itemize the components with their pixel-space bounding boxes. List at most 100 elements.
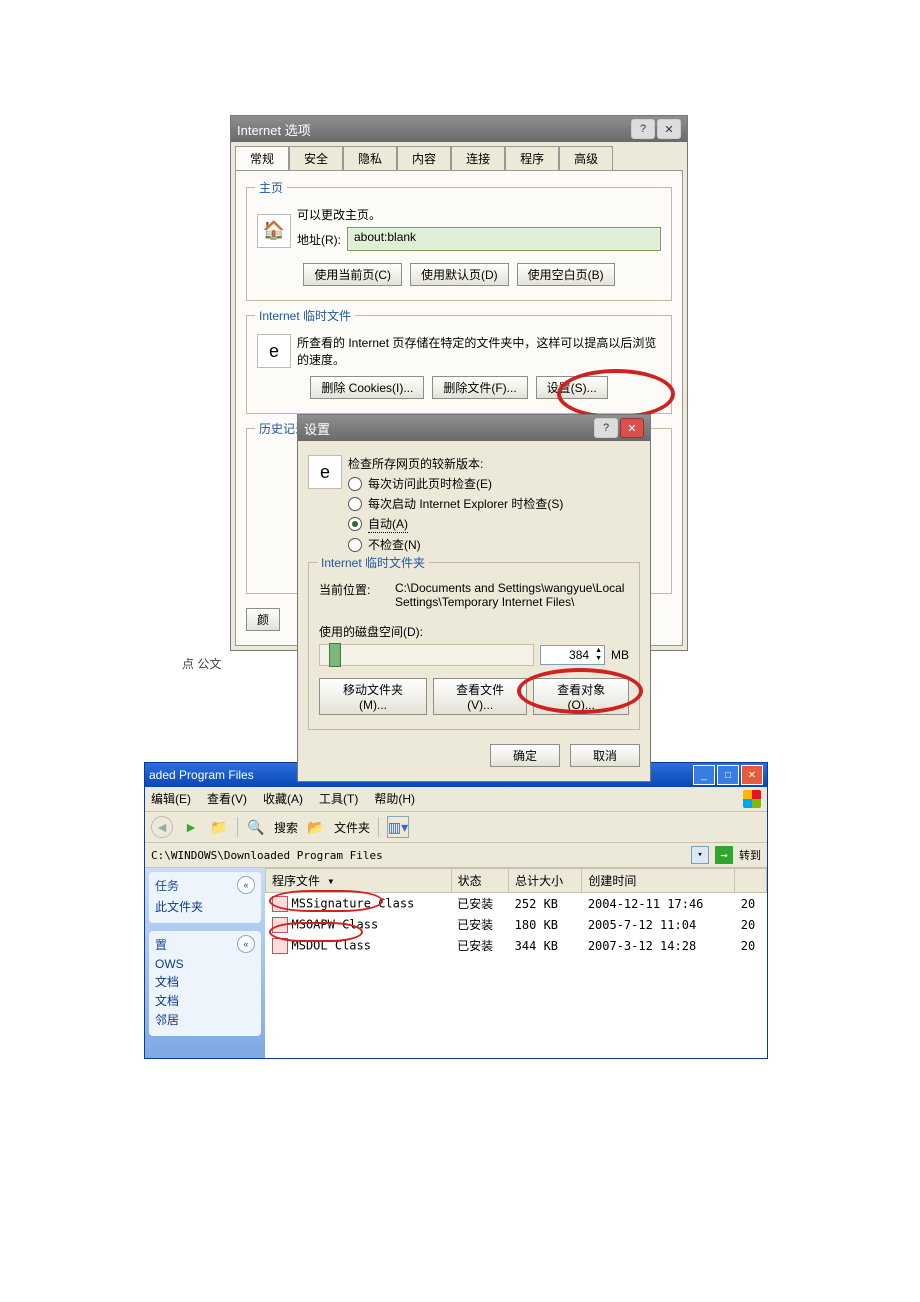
forward-button[interactable]: ► <box>181 817 201 837</box>
move-folder-button[interactable]: 移动文件夹(M)... <box>319 678 427 715</box>
menu-tools[interactable]: 工具(T) <box>319 790 358 808</box>
homepage-input[interactable]: about:blank <box>347 227 661 251</box>
use-blank-button[interactable]: 使用空白页(B) <box>517 263 615 286</box>
help-button[interactable]: ? <box>631 119 655 139</box>
disk-space-slider[interactable] <box>319 644 534 666</box>
disk-space-value[interactable] <box>541 646 593 664</box>
menu-edit[interactable]: 编辑(E) <box>151 790 191 808</box>
tab-connections[interactable]: 连接 <box>451 146 505 170</box>
maximize-button[interactable]: □ <box>717 765 739 785</box>
cancel-button[interactable]: 取消 <box>570 744 640 767</box>
search-label[interactable]: 搜索 <box>274 819 298 836</box>
col-name[interactable]: 程序文件 ▾ <box>266 869 452 893</box>
window-title: Internet 选项 <box>237 120 311 139</box>
temp-folder-group: Internet 临时文件夹 当前位置: C:\Documents and Se… <box>308 562 640 730</box>
radio-every-visit[interactable]: 每次访问此页时检查(E) <box>348 475 640 492</box>
view-objects-button[interactable]: 查看对象(O)... <box>533 678 629 715</box>
menu-view[interactable]: 查看(V) <box>207 790 247 808</box>
address-path[interactable]: C:\WINDOWS\Downloaded Program Files <box>151 849 685 862</box>
tab-content[interactable]: 内容 <box>397 146 451 170</box>
radio-never[interactable]: 不检查(N) <box>348 536 640 553</box>
close-button[interactable]: ✕ <box>657 119 681 139</box>
home-group: 主页 🏠 可以更改主页。 地址(R): about:blank 使用当前页(C)… <box>246 187 672 301</box>
windows-flag-icon <box>743 790 761 808</box>
temp-desc: 所查看的 Internet 页存储在特定的文件夹中，这样可以提高以后浏览的速度。 <box>297 334 661 368</box>
explorer-title: aded Program Files <box>149 768 254 782</box>
use-default-button[interactable]: 使用默认页(D) <box>410 263 509 286</box>
current-location-value: C:\Documents and Settings\wangyue\Local … <box>395 581 629 609</box>
temp-folder-legend: Internet 临时文件夹 <box>317 554 429 571</box>
minimize-button[interactable]: _ <box>693 765 715 785</box>
file-row[interactable]: MSDOL Class 已安装344 KB2007-3-12 14:2820 <box>266 935 767 956</box>
search-icon[interactable]: 🔍 <box>246 817 266 837</box>
radio-auto[interactable]: 自动(A) <box>348 515 640 533</box>
col-ctime[interactable]: 创建时间 <box>582 869 735 893</box>
radio-every-start[interactable]: 每次启动 Internet Explorer 时检查(S) <box>348 495 640 512</box>
sidebar-link-this-folder[interactable]: 此文件夹 <box>155 898 255 915</box>
home-legend: 主页 <box>255 179 287 196</box>
views-button[interactable]: ▥▾ <box>387 816 409 838</box>
disk-space-spinner[interactable]: ▲▼ <box>540 645 605 665</box>
columns-row: 程序文件 ▾ 状态 总计大小 创建时间 <box>266 869 767 893</box>
use-current-button[interactable]: 使用当前页(C) <box>303 263 402 286</box>
sidebar-link[interactable]: OWS <box>155 957 255 971</box>
address-bar: C:\WINDOWS\Downloaded Program Files ▾ → … <box>145 843 767 868</box>
folders-icon[interactable]: 📂 <box>306 817 326 837</box>
back-button[interactable]: ◄ <box>151 816 173 838</box>
settings-close-button[interactable]: ✕ <box>620 418 644 438</box>
settings-dialog: 设置 ? ✕ e 检查所存网页的较新版本: 每次访问此页时检查(E) 每次启动 … <box>297 414 651 782</box>
chevron-icon[interactable]: « <box>237 876 255 894</box>
menu-favorites[interactable]: 收藏(A) <box>263 790 303 808</box>
go-label: 转到 <box>739 847 761 863</box>
tab-general[interactable]: 常规 <box>235 146 289 170</box>
tab-security[interactable]: 安全 <box>289 146 343 170</box>
sidebar: 任务« 此文件夹 置« OWS 文档 文档 邻居 <box>145 868 265 1058</box>
view-files-button[interactable]: 查看文件(V)... <box>433 678 527 715</box>
temp-group: Internet 临时文件 e 所查看的 Internet 页存储在特定的文件夹… <box>246 315 672 414</box>
file-icon <box>272 938 288 954</box>
menu-help[interactable]: 帮助(H) <box>374 790 415 808</box>
disk-space-label: 使用的磁盘空间(D): <box>319 623 629 640</box>
col-size[interactable]: 总计大小 <box>509 869 582 893</box>
settings-help-button[interactable]: ? <box>594 418 618 438</box>
ok-button[interactable]: 确定 <box>490 744 560 767</box>
tab-privacy[interactable]: 隐私 <box>343 146 397 170</box>
current-location-label: 当前位置: <box>319 581 389 598</box>
home-desc: 可以更改主页。 <box>297 206 661 223</box>
internet-options-window: Internet 选项 ? ✕ 常规 安全 隐私 内容 连接 程序 高级 主页 … <box>230 115 688 651</box>
col-status[interactable]: 状态 <box>451 869 509 893</box>
up-button[interactable]: 📁 <box>209 817 229 837</box>
file-row[interactable]: MSOAPW Class 已安装180 KB2005-7-12 11:0420 <box>266 914 767 935</box>
tabs: 常规 安全 隐私 内容 连接 程序 高级 <box>231 142 687 170</box>
address-dropdown[interactable]: ▾ <box>691 846 709 864</box>
file-row[interactable]: MSSignature Class 已安装252 KB2004-12-11 17… <box>266 893 767 915</box>
delete-files-button[interactable]: 删除文件(F)... <box>432 376 527 399</box>
explorer-window: aded Program Files _ □ ✕ 编辑(E) 查看(V) 收藏(… <box>144 762 768 1059</box>
tab-advanced[interactable]: 高级 <box>559 146 613 170</box>
chevron-icon[interactable]: « <box>237 935 255 953</box>
go-button[interactable]: → <box>715 846 733 864</box>
titlebar: Internet 选项 ? ✕ <box>231 116 687 142</box>
delete-cookies-button[interactable]: 删除 Cookies(I)... <box>310 376 424 399</box>
sidebar-link[interactable]: 文档 <box>155 973 255 990</box>
ie-page-icon: e <box>308 455 342 489</box>
colors-button-partial[interactable]: 颜 <box>246 608 280 631</box>
check-versions-label: 检查所存网页的较新版本: <box>348 455 640 472</box>
toolbar: ◄ ► 📁 🔍 搜索 📂 文件夹 ▥▾ <box>145 812 767 843</box>
menubar: 编辑(E) 查看(V) 收藏(A) 工具(T) 帮助(H) <box>145 787 767 812</box>
sidebar-tasks: 任务« 此文件夹 <box>149 872 261 923</box>
settings-button[interactable]: 设置(S)... <box>536 376 608 399</box>
folders-label[interactable]: 文件夹 <box>334 819 370 836</box>
file-icon <box>272 896 288 912</box>
address-label: 地址(R): <box>297 231 341 248</box>
settings-title: 设置 <box>304 419 330 438</box>
sidebar-link[interactable]: 文档 <box>155 992 255 1009</box>
settings-titlebar: 设置 ? ✕ <box>298 415 650 441</box>
temp-legend: Internet 临时文件 <box>255 307 355 324</box>
sidebar-link[interactable]: 邻居 <box>155 1011 255 1028</box>
tab-programs[interactable]: 程序 <box>505 146 559 170</box>
sidebar-places: 置« OWS 文档 文档 邻居 <box>149 931 261 1036</box>
file-list: 程序文件 ▾ 状态 总计大小 创建时间 MSSignature Class 已安… <box>265 868 767 1058</box>
home-icon: 🏠 <box>257 214 291 248</box>
explorer-close-button[interactable]: ✕ <box>741 765 763 785</box>
